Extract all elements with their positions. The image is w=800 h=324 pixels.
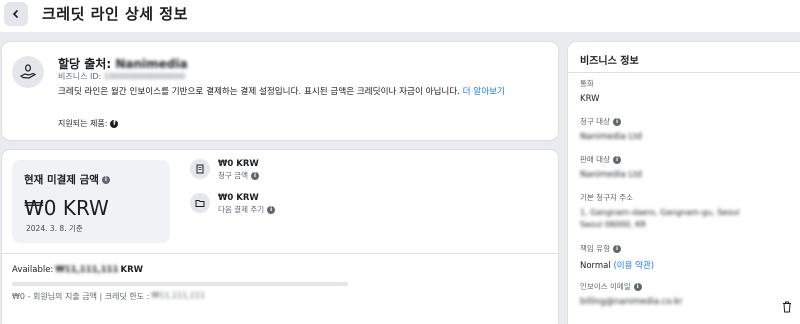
available-currency: KRW bbox=[120, 265, 144, 275]
credit-limit-value: ₩11,111,111 bbox=[151, 291, 206, 300]
info-icon[interactable]: i bbox=[612, 117, 621, 126]
amount-due-label: 현재 미결제 금액 bbox=[24, 174, 99, 186]
spend-prefix: ₩0 - 회원님의 지출 금액 | 크레딧 한도 : bbox=[12, 292, 150, 301]
divider bbox=[568, 72, 800, 73]
allocation-description: 크레딧 라인은 월간 인보이스를 기반으로 결제하는 결제 설정입니다. 표시된… bbox=[58, 86, 548, 99]
invoice-email-value: billing@nanimedia.co.kr bbox=[580, 297, 683, 307]
info-icon[interactable]: i bbox=[612, 155, 621, 164]
billing-amount-value: ₩0 KRW bbox=[218, 159, 259, 169]
learn-more-link[interactable]: 더 알아보기 bbox=[463, 87, 505, 97]
allocation-heading-label: 할당 출처: bbox=[58, 57, 112, 71]
info-icon[interactable]: i bbox=[612, 244, 621, 253]
sold-to-field: 판매 대상 i Nanimedia Ltd bbox=[580, 154, 800, 180]
sold-to-label: 판매 대상 bbox=[580, 155, 610, 164]
amount-due-value: ₩0 KRW bbox=[24, 196, 109, 220]
supported-products: 지원되는 제품: f bbox=[58, 118, 119, 129]
next-payment-value: ₩0 KRW bbox=[218, 193, 259, 203]
info-icon[interactable]: i bbox=[633, 282, 642, 291]
page-title: 크레딧 라인 상세 정보 bbox=[42, 5, 188, 23]
next-payment-label-row: 다음 결제 주기 i bbox=[218, 204, 276, 215]
currency-value: KRW bbox=[580, 94, 600, 104]
terms-link[interactable]: (이용 약관) bbox=[613, 261, 654, 271]
info-icon[interactable]: i bbox=[101, 175, 110, 184]
invoice-email-field: 인보이스 이메일 i billing@nanimedia.co.kr bbox=[580, 281, 800, 307]
balance-card: 현재 미결제 금액 i ₩0 KRW 2024. 3. 8. 기준 ₩0 KRW… bbox=[2, 150, 558, 324]
chevron-left-icon bbox=[12, 9, 19, 19]
allocation-card: 할당 출처: Nanimedia 비즈니스 ID: 10000000000000… bbox=[2, 42, 558, 140]
currency-label: 통화 bbox=[580, 79, 594, 88]
receipt-icon bbox=[190, 159, 210, 179]
billing-address-field: 기본 청구지 주소 1, Gangnam-daero, Gangnam-gu, … bbox=[580, 192, 800, 229]
invoice-email-label: 인보이스 이메일 bbox=[580, 282, 631, 291]
facebook-icon: f bbox=[110, 119, 119, 128]
billing-address-line2: Seoul 06000, KR bbox=[580, 220, 647, 229]
liability-field: 책임 유형 i Normal (이용 약관) bbox=[580, 243, 800, 271]
business-info-title: 비즈니스 정보 bbox=[580, 56, 639, 67]
billed-to-label: 청구 대상 bbox=[580, 117, 610, 126]
billing-amount-label-row: 청구 금액 i bbox=[218, 170, 259, 181]
hand-coin-icon bbox=[12, 56, 44, 88]
allocation-source-value: Nanimedia bbox=[115, 57, 188, 71]
billing-amount-label: 청구 금액 bbox=[218, 171, 248, 180]
available-label: Available: bbox=[12, 265, 54, 275]
billed-to-value: Nanimedia Ltd bbox=[580, 132, 642, 142]
billing-amount-stat: ₩0 KRW 청구 금액 i bbox=[190, 159, 259, 181]
next-payment-label: 다음 결제 주기 bbox=[218, 205, 265, 214]
available-value: ₩11,111,111 bbox=[55, 265, 119, 275]
billed-to-field: 청구 대상 i Nanimedia Ltd bbox=[580, 116, 800, 142]
as-of-date: 2024. 3. 8. 기준 bbox=[26, 224, 83, 233]
trash-icon[interactable] bbox=[782, 301, 792, 313]
next-payment-stat: ₩0 KRW 다음 결제 주기 i bbox=[190, 193, 276, 215]
amount-due-label-row: 현재 미결제 금액 i bbox=[24, 172, 110, 187]
folder-icon bbox=[190, 193, 210, 213]
business-id: 비즈니스 ID: 1000000000000000 bbox=[58, 71, 185, 82]
liability-label: 책임 유형 bbox=[580, 244, 610, 253]
available-credit: Available: ₩11,111,111 KRW bbox=[12, 265, 143, 275]
currency-field: 통화 KRW bbox=[580, 78, 800, 104]
top-bar: 크레딧 라인 상세 정보 bbox=[0, 0, 800, 32]
business-id-value: 1000000000000000 bbox=[103, 72, 186, 81]
supported-products-label: 지원되는 제품: bbox=[58, 119, 108, 128]
divider bbox=[2, 253, 558, 254]
amount-due-box: 현재 미결제 금액 i ₩0 KRW 2024. 3. 8. 기준 bbox=[12, 160, 170, 243]
info-icon[interactable]: i bbox=[250, 171, 259, 180]
spend-summary: ₩0 - 회원님의 지출 금액 | 크레딧 한도 : ₩11,111,111 bbox=[12, 291, 205, 302]
back-button[interactable] bbox=[4, 2, 28, 26]
billing-address-label: 기본 청구지 주소 bbox=[580, 193, 634, 202]
business-info-card: 비즈니스 정보 통화 KRW 청구 대상 i Nanimedia Ltd 판매 대… bbox=[568, 42, 800, 324]
billing-address-line1: 1, Gangnam-daero, Gangnam-gu, Seoul bbox=[580, 208, 740, 217]
allocation-heading: 할당 출처: Nanimedia bbox=[58, 55, 188, 72]
credit-usage-bar bbox=[12, 282, 348, 286]
liability-value-row: Normal (이용 약관) bbox=[580, 259, 800, 271]
info-icon[interactable]: i bbox=[267, 205, 276, 214]
description-text: 크레딧 라인은 월간 인보이스를 기반으로 결제하는 결제 설정입니다. 표시된… bbox=[58, 87, 460, 97]
business-id-label: 비즈니스 ID: bbox=[58, 72, 102, 81]
liability-value: Normal bbox=[580, 261, 611, 271]
sold-to-value: Nanimedia Ltd bbox=[580, 170, 642, 180]
